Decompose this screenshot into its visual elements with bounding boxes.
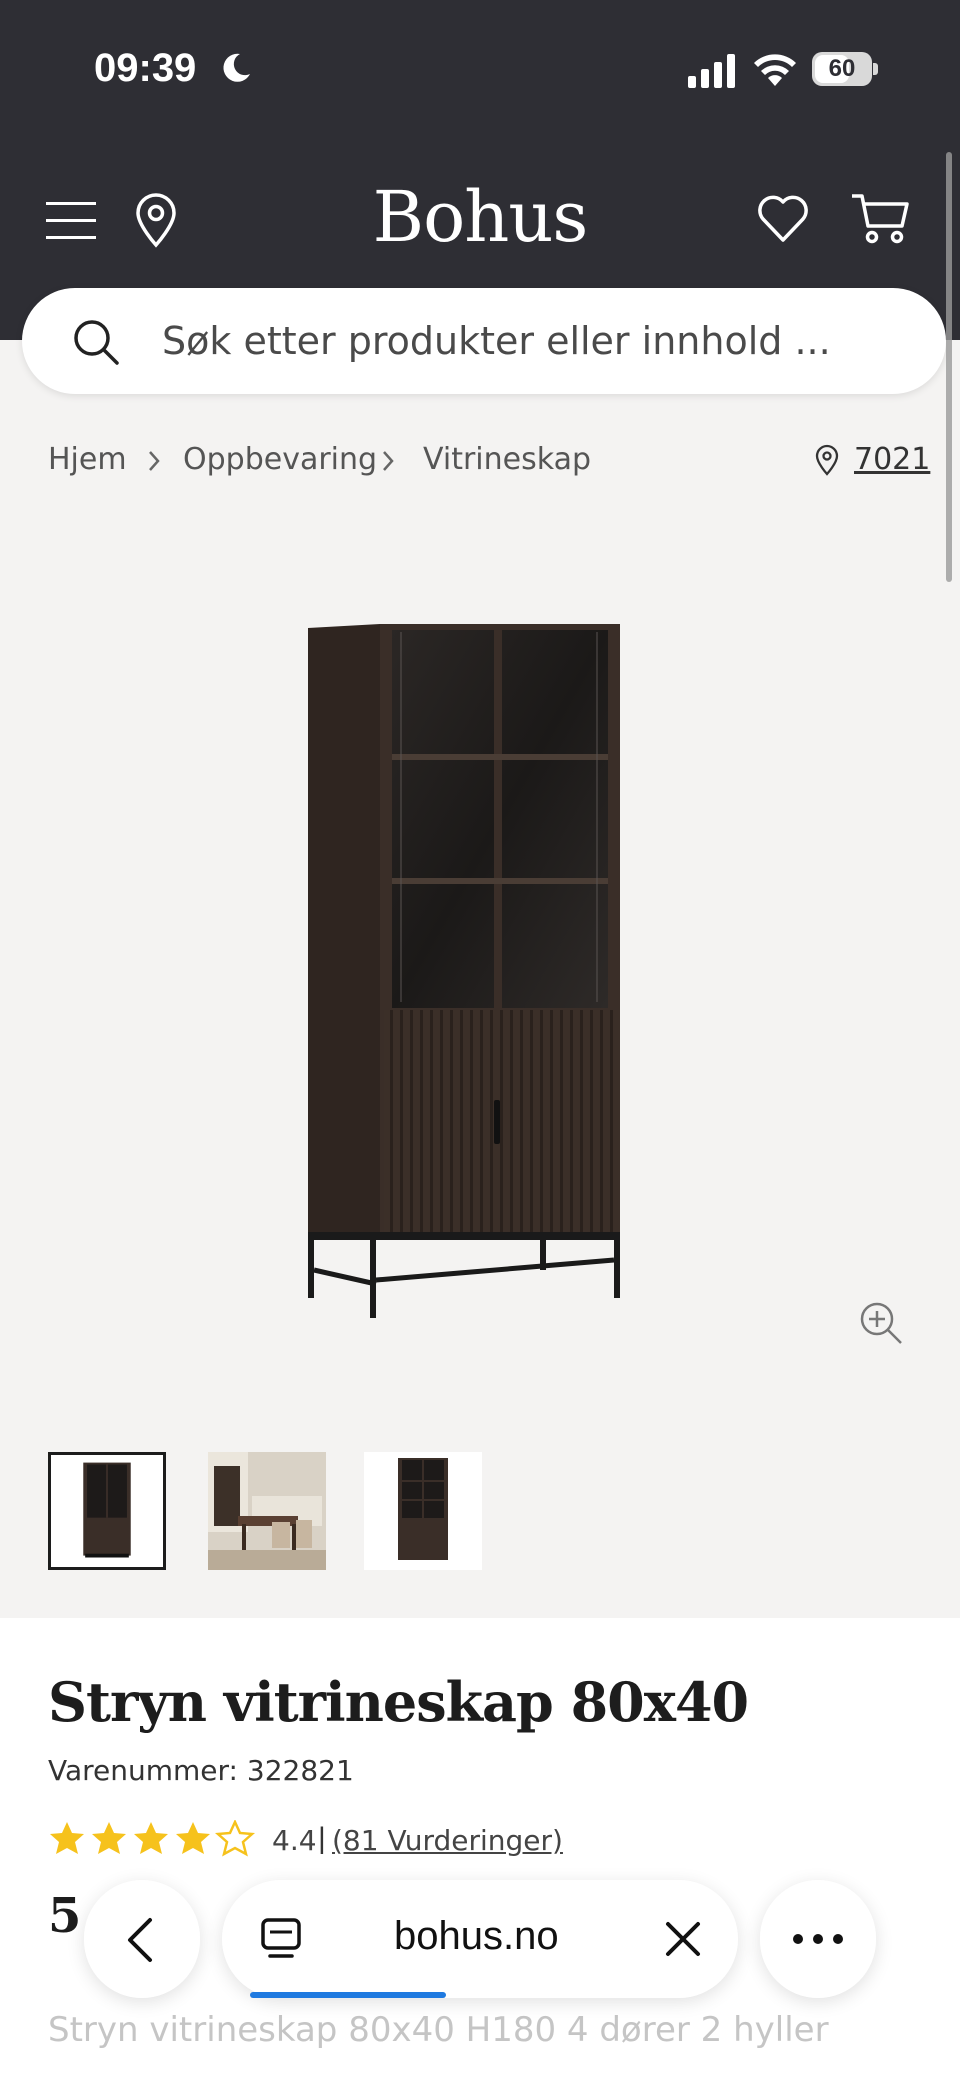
moon-icon <box>223 53 250 82</box>
product-rating: 4.4 | (81 Vurderinger) <box>48 1820 748 1860</box>
back-icon <box>128 1918 152 1962</box>
search-input[interactable] <box>162 308 902 374</box>
product-info: Stryn vitrineskap 80x40 Varenummer: 3228… <box>0 1618 960 2081</box>
back-button[interactable] <box>84 1880 200 1998</box>
wifi-icon <box>754 54 796 86</box>
tabs-icon[interactable] <box>260 1916 302 1964</box>
zoom-in-icon[interactable] <box>858 1300 904 1346</box>
breadcrumb-item-oppbevaring[interactable]: Oppbevaring <box>183 442 377 477</box>
chevron-right-icon <box>383 451 394 471</box>
battery-level: 60 <box>828 55 856 82</box>
address-domain[interactable]: bohus.no <box>394 1914 559 1959</box>
location-pin-icon[interactable] <box>132 192 180 248</box>
status-bar: 09:39 60 <box>0 44 960 104</box>
heart-icon[interactable] <box>756 192 810 244</box>
rating-separator: | <box>318 1822 326 1855</box>
search-bar[interactable] <box>22 288 946 394</box>
store-location-link[interactable]: 7021 <box>854 442 930 477</box>
breadcrumb: Hjem Oppbevaring Vitrineskap 7021 <box>48 438 930 482</box>
site-header: Bohus <box>0 170 960 270</box>
cellular-signal-icon <box>688 54 735 88</box>
menu-icon[interactable] <box>46 198 96 242</box>
thumbnail-1[interactable] <box>48 1452 166 1570</box>
thumbnail-cabinet-front-image <box>364 1452 482 1570</box>
close-icon[interactable] <box>664 1920 702 1958</box>
rating-value: 4.4 <box>272 1824 317 1857</box>
breadcrumb-item-vitrineskap[interactable]: Vitrineskap <box>423 442 591 477</box>
product-image-gallery[interactable] <box>0 520 960 1400</box>
address-bar[interactable]: bohus.no <box>222 1880 738 1998</box>
search-icon <box>74 320 119 365</box>
more-icon <box>793 1934 843 1944</box>
page-load-progress <box>250 1992 446 1998</box>
cart-icon[interactable] <box>850 190 910 246</box>
thumbnail-strip <box>48 1452 648 1572</box>
browser-toolbar: bohus.no <box>0 1880 960 2000</box>
site-logo[interactable]: Bohus <box>330 176 630 258</box>
battery-indicator: 60 <box>812 52 878 88</box>
rating-stars-icon <box>50 1820 254 1856</box>
product-title: Stryn vitrineskap 80x40 <box>48 1670 749 1734</box>
more-button[interactable] <box>760 1880 876 1998</box>
product-sku: Varenummer: 322821 <box>48 1754 354 1787</box>
status-time: 09:39 <box>94 46 197 90</box>
product-image <box>308 624 620 1318</box>
rating-count-link[interactable]: (81 Vurderinger) <box>332 1824 563 1857</box>
page-scrollbar[interactable] <box>946 152 952 582</box>
thumbnail-3[interactable] <box>364 1452 482 1570</box>
location-pin-icon <box>815 444 839 476</box>
product-description: Stryn vitrineskap 80x40 H180 4 dører 2 h… <box>48 2010 829 2050</box>
chevron-right-icon <box>149 451 160 471</box>
thumbnail-room-image <box>208 1452 326 1570</box>
breadcrumb-item-home[interactable]: Hjem <box>48 442 127 477</box>
thumbnail-2[interactable] <box>208 1452 326 1570</box>
thumbnail-cabinet-image <box>51 1455 163 1567</box>
